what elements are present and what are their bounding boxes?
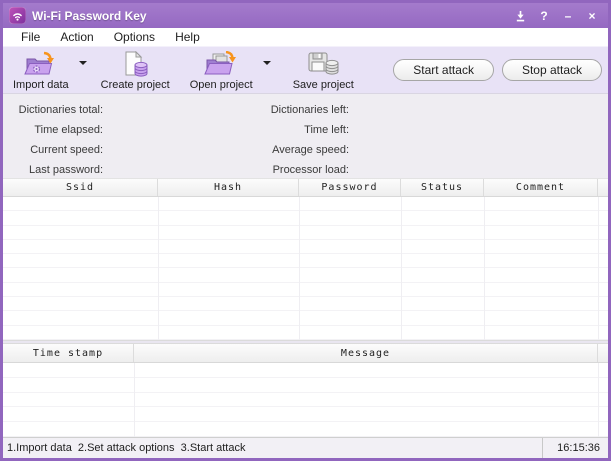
start-attack-button[interactable]: Start attack [393, 59, 494, 81]
menu-file[interactable]: File [11, 29, 50, 45]
open-project-button[interactable]: Open project [186, 49, 257, 92]
page-database-icon [121, 51, 149, 78]
stop-attack-button[interactable]: Stop attack [502, 59, 602, 81]
column-header-status[interactable]: Status [401, 179, 484, 196]
current-speed-label: Current speed: [3, 140, 103, 160]
table-row [3, 326, 608, 340]
table-row [3, 297, 608, 311]
average-speed-label: Average speed: [199, 140, 349, 160]
table-row [3, 197, 608, 211]
column-divider [134, 363, 135, 437]
results-table-body [3, 197, 608, 340]
app-window: Wi-Fi Password Key ? – × File Action Opt… [0, 0, 611, 461]
save-project-button[interactable]: Save project [289, 49, 358, 92]
time-left-value [349, 120, 608, 140]
average-speed-value [349, 140, 608, 160]
download-icon[interactable] [510, 7, 530, 25]
log-table-body [3, 363, 608, 437]
toolbar-button-label: Create project [101, 79, 170, 91]
menu-action[interactable]: Action [50, 29, 103, 45]
time-elapsed-value [103, 120, 199, 140]
open-folder-icon [203, 51, 239, 78]
column-divider [598, 363, 599, 437]
table-row [3, 283, 608, 297]
status-clock: 16:15:36 [542, 438, 608, 458]
column-header-password[interactable]: Password [299, 179, 401, 196]
column-header-hash[interactable]: Hash [158, 179, 299, 196]
table-row [3, 211, 608, 225]
import-folder-icon [23, 51, 59, 78]
time-left-label: Time left: [199, 120, 349, 140]
toolbar: Import data Create project [3, 46, 608, 93]
statusbar: 1.Import data 2.Set attack options 3.Sta… [3, 437, 608, 458]
dictionaries-left-label: Dictionaries left: [199, 100, 349, 120]
table-row [3, 422, 608, 437]
column-header-message[interactable]: Message [134, 344, 598, 362]
import-data-button[interactable]: Import data [9, 49, 73, 92]
wifi-icon [11, 9, 24, 22]
stats-panel: Dictionaries total: Dictionaries left: T… [3, 93, 608, 178]
processor-load-value [349, 160, 608, 180]
close-icon[interactable]: × [582, 7, 602, 25]
column-divider [401, 197, 402, 340]
column-header-comment[interactable]: Comment [484, 179, 598, 196]
toolbar-button-label: Import data [13, 79, 69, 91]
log-table-header: Time stamp Message [3, 344, 608, 363]
table-row [3, 311, 608, 325]
menu-help[interactable]: Help [165, 29, 210, 45]
window-title: Wi-Fi Password Key [32, 9, 147, 23]
titlebar-controls: ? – × [510, 7, 602, 25]
last-password-label: Last password: [3, 160, 103, 180]
status-hint-text: 1.Import data 2.Set attack options 3.Sta… [3, 442, 245, 454]
titlebar: Wi-Fi Password Key ? – × [3, 3, 608, 28]
table-row [3, 363, 608, 378]
floppy-database-icon [307, 51, 340, 78]
table-row [3, 378, 608, 393]
column-divider [484, 197, 485, 340]
dictionaries-left-value [349, 100, 608, 120]
last-password-value [103, 160, 199, 180]
import-dropdown-caret[interactable] [79, 61, 87, 65]
table-row [3, 240, 608, 254]
toolbar-button-label: Save project [293, 79, 354, 91]
help-icon[interactable]: ? [534, 7, 554, 25]
processor-load-label: Processor load: [199, 160, 349, 180]
column-divider [598, 197, 599, 340]
table-row [3, 268, 608, 282]
column-header-filler [598, 344, 608, 362]
dictionaries-total-value [103, 100, 199, 120]
column-header-ssid[interactable]: Ssid [3, 179, 158, 196]
table-row [3, 226, 608, 240]
column-header-filler [598, 179, 608, 196]
menubar: File Action Options Help [3, 28, 608, 46]
column-divider [299, 197, 300, 340]
app-icon [9, 7, 26, 24]
results-table-header: Ssid Hash Password Status Comment [3, 178, 608, 197]
table-row [3, 254, 608, 268]
dictionaries-total-label: Dictionaries total: [3, 100, 103, 120]
column-divider [158, 197, 159, 340]
open-dropdown-caret[interactable] [263, 61, 271, 65]
table-row [3, 393, 608, 408]
minimize-icon[interactable]: – [558, 7, 578, 25]
table-row [3, 407, 608, 422]
toolbar-button-label: Open project [190, 79, 253, 91]
create-project-button[interactable]: Create project [97, 49, 174, 92]
current-speed-value [103, 140, 199, 160]
column-header-timestamp[interactable]: Time stamp [3, 344, 134, 362]
time-elapsed-label: Time elapsed: [3, 120, 103, 140]
menu-options[interactable]: Options [104, 29, 165, 45]
